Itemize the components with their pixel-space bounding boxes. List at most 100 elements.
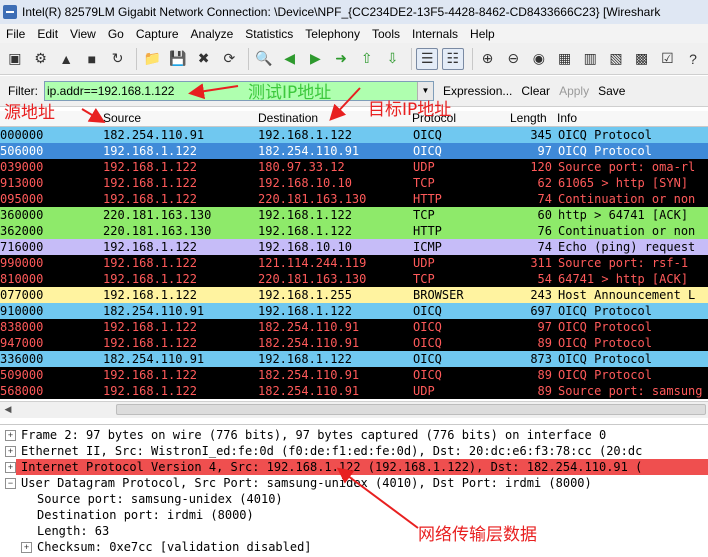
cell-protocol: UDP — [413, 384, 435, 398]
stop-capture-icon[interactable]: ■ — [81, 48, 103, 70]
cell-protocol: OICQ — [413, 144, 442, 158]
expand-icon[interactable]: + — [21, 542, 32, 553]
menu-tools[interactable]: Tools — [366, 27, 406, 41]
menu-statistics[interactable]: Statistics — [239, 27, 299, 41]
cell-length: 74 — [537, 192, 552, 206]
coloring-rules-icon[interactable]: ▩ — [631, 48, 653, 70]
packet-row[interactable]: 910000 182.254.110.91 192.168.1.122 OICQ 697… — [0, 303, 708, 319]
zoom-in-icon[interactable]: ⊕ — [477, 48, 499, 70]
restart-capture-icon[interactable]: ↻ — [107, 48, 129, 70]
packet-row[interactable]: 336000 182.254.110.91 192.168.1.122 OICQ 873… — [0, 351, 708, 367]
packet-row[interactable]: 947000 192.168.1.122 182.254.110.91 OICQ 89 O… — [0, 335, 708, 351]
resize-columns-icon[interactable]: ▦ — [554, 48, 576, 70]
go-forward-icon[interactable]: ▶ — [305, 48, 327, 70]
cell-time: 913000 — [0, 176, 44, 190]
detail-row[interactable]: Destination port: irdmi (8000) — [37, 507, 254, 523]
preferences-icon[interactable]: ☑ — [657, 48, 679, 70]
packet-row[interactable]: 913000 192.168.1.122 192.168.10.10 TCP 62 610… — [0, 175, 708, 191]
cell-source: 182.254.110.91 — [103, 352, 205, 366]
packet-row[interactable]: 838000 192.168.1.122 182.254.110.91 OICQ 97 O… — [0, 319, 708, 335]
menu-help[interactable]: Help — [464, 27, 501, 41]
reload-icon[interactable]: ⟳ — [218, 48, 240, 70]
capture-filters-icon[interactable]: ▥ — [579, 48, 601, 70]
menu-telephony[interactable]: Telephony — [299, 27, 366, 41]
close-file-icon[interactable]: ✖ — [193, 48, 215, 70]
column-source[interactable]: Source — [103, 111, 141, 126]
cell-destination: 192.168.1.122 — [258, 352, 352, 366]
zoom-out-icon[interactable]: ⊖ — [502, 48, 524, 70]
last-packet-icon[interactable]: ⇩ — [382, 48, 404, 70]
cell-source: 192.168.1.122 — [103, 256, 197, 270]
detail-row[interactable]: Frame 2: 97 bytes on wire (776 bits), 97… — [21, 427, 606, 443]
packet-row[interactable]: 810000 192.168.1.122 220.181.163.130 TCP 54 6… — [0, 271, 708, 287]
menu-internals[interactable]: Internals — [406, 27, 464, 41]
detail-row[interactable]: User Datagram Protocol, Src Port: samsun… — [21, 475, 592, 491]
column-length[interactable]: Length — [510, 111, 547, 126]
detail-row[interactable]: Length: 63 — [37, 523, 109, 539]
cell-destination: 192.168.1.255 — [258, 288, 352, 302]
interfaces-icon[interactable]: ▣ — [4, 48, 26, 70]
open-file-icon[interactable]: 📁 — [141, 48, 163, 70]
help-icon[interactable]: ? — [682, 48, 704, 70]
packet-row[interactable]: 095000 192.168.1.122 220.181.163.130 HTTP 74… — [0, 191, 708, 207]
cell-destination: 182.254.110.91 — [258, 368, 360, 382]
column-destination[interactable]: Destination — [258, 111, 318, 126]
menu-capture[interactable]: Capture — [130, 27, 185, 41]
packet-row[interactable]: 568000 192.168.1.122 182.254.110.91 UDP 89 So… — [0, 383, 708, 399]
window-title: Intel(R) 82579LM Gigabit Network Connect… — [22, 5, 661, 19]
display-filters-icon[interactable]: ▧ — [605, 48, 627, 70]
save-file-icon[interactable]: 💾 — [167, 48, 189, 70]
title-bar: Intel(R) 82579LM Gigabit Network Connect… — [0, 0, 708, 25]
menu-go[interactable]: Go — [102, 27, 130, 41]
packet-row[interactable]: 362000 220.181.163.130 192.168.1.122 HTTP 76… — [0, 223, 708, 239]
expand-icon[interactable]: + — [5, 462, 16, 473]
cell-info: Host Announcement L — [558, 288, 696, 302]
zoom-normal-icon[interactable]: ◉ — [528, 48, 550, 70]
cell-destination: 192.168.10.10 — [258, 240, 352, 254]
save-button[interactable]: Save — [598, 84, 625, 98]
colorize-icon[interactable]: ☰ — [416, 47, 438, 70]
detail-row[interactable]: Internet Protocol Version 4, Src: 192.16… — [21, 459, 642, 475]
packet-row[interactable]: 990000 192.168.1.122 121.114.244.119 UDP 311… — [0, 255, 708, 271]
detail-row[interactable]: Checksum: 0xe7cc [validation disabled] — [37, 539, 312, 555]
cell-protocol: OICQ — [413, 128, 442, 142]
menu-view[interactable]: View — [64, 27, 102, 41]
packet-row[interactable]: 077000 192.168.1.122 192.168.1.255 BROWSER 2… — [0, 287, 708, 303]
menu-analyze[interactable]: Analyze — [185, 27, 240, 41]
clear-button[interactable]: Clear — [521, 84, 550, 98]
horizontal-scrollbar[interactable]: ◀ — [0, 401, 708, 418]
cell-length: 345 — [530, 128, 552, 142]
packet-row[interactable]: 000000 182.254.110.91 192.168.1.122 OICQ 345… — [0, 127, 708, 143]
cell-protocol: UDP — [413, 256, 435, 270]
cell-info: Continuation or non — [558, 224, 696, 238]
expression-button[interactable]: Expression... — [443, 84, 512, 98]
capture-options-icon[interactable]: ⚙ — [30, 48, 52, 70]
column-info[interactable]: Info — [557, 111, 577, 126]
packet-row[interactable]: 360000 220.181.163.130 192.168.1.122 TCP 60 h… — [0, 207, 708, 223]
detail-row[interactable]: Source port: samsung-unidex (4010) — [37, 491, 283, 507]
cell-info: OICQ Protocol — [558, 368, 652, 382]
go-back-icon[interactable]: ◀ — [279, 48, 301, 70]
packet-row[interactable]: 039000 192.168.1.122 180.97.33.12 UDP 120 Sou… — [0, 159, 708, 175]
cell-time: 336000 — [0, 352, 44, 366]
cell-info: Echo (ping) request — [558, 240, 696, 254]
menu-edit[interactable]: Edit — [31, 27, 64, 41]
detail-row[interactable]: Ethernet II, Src: WistronI_ed:fe:0d (f0:… — [21, 443, 642, 459]
find-packet-icon[interactable]: 🔍 — [253, 48, 275, 70]
go-to-packet-icon[interactable]: ➜ — [330, 48, 352, 70]
packet-row[interactable]: 506000 192.168.1.122 182.254.110.91 OICQ 97 O… — [0, 143, 708, 159]
packet-row[interactable]: 509000 192.168.1.122 182.254.110.91 OICQ 89 O… — [0, 367, 708, 383]
scrollbar-thumb[interactable] — [116, 404, 706, 415]
cell-source: 182.254.110.91 — [103, 304, 205, 318]
menu-file[interactable]: File — [0, 27, 31, 41]
start-capture-icon[interactable]: ▲ — [55, 48, 77, 70]
first-packet-icon[interactable]: ⇧ — [356, 48, 378, 70]
apply-button[interactable]: Apply — [559, 84, 589, 98]
packet-row[interactable]: 716000 192.168.1.122 192.168.10.10 ICMP 74 Ec… — [0, 239, 708, 255]
expand-icon[interactable]: + — [5, 446, 16, 457]
collapse-icon[interactable]: − — [5, 478, 16, 489]
scroll-left-icon[interactable]: ◀ — [0, 402, 16, 417]
autoscroll-icon[interactable]: ☷ — [441, 47, 464, 70]
expand-icon[interactable]: + — [5, 430, 16, 441]
cell-time: 810000 — [0, 272, 44, 286]
